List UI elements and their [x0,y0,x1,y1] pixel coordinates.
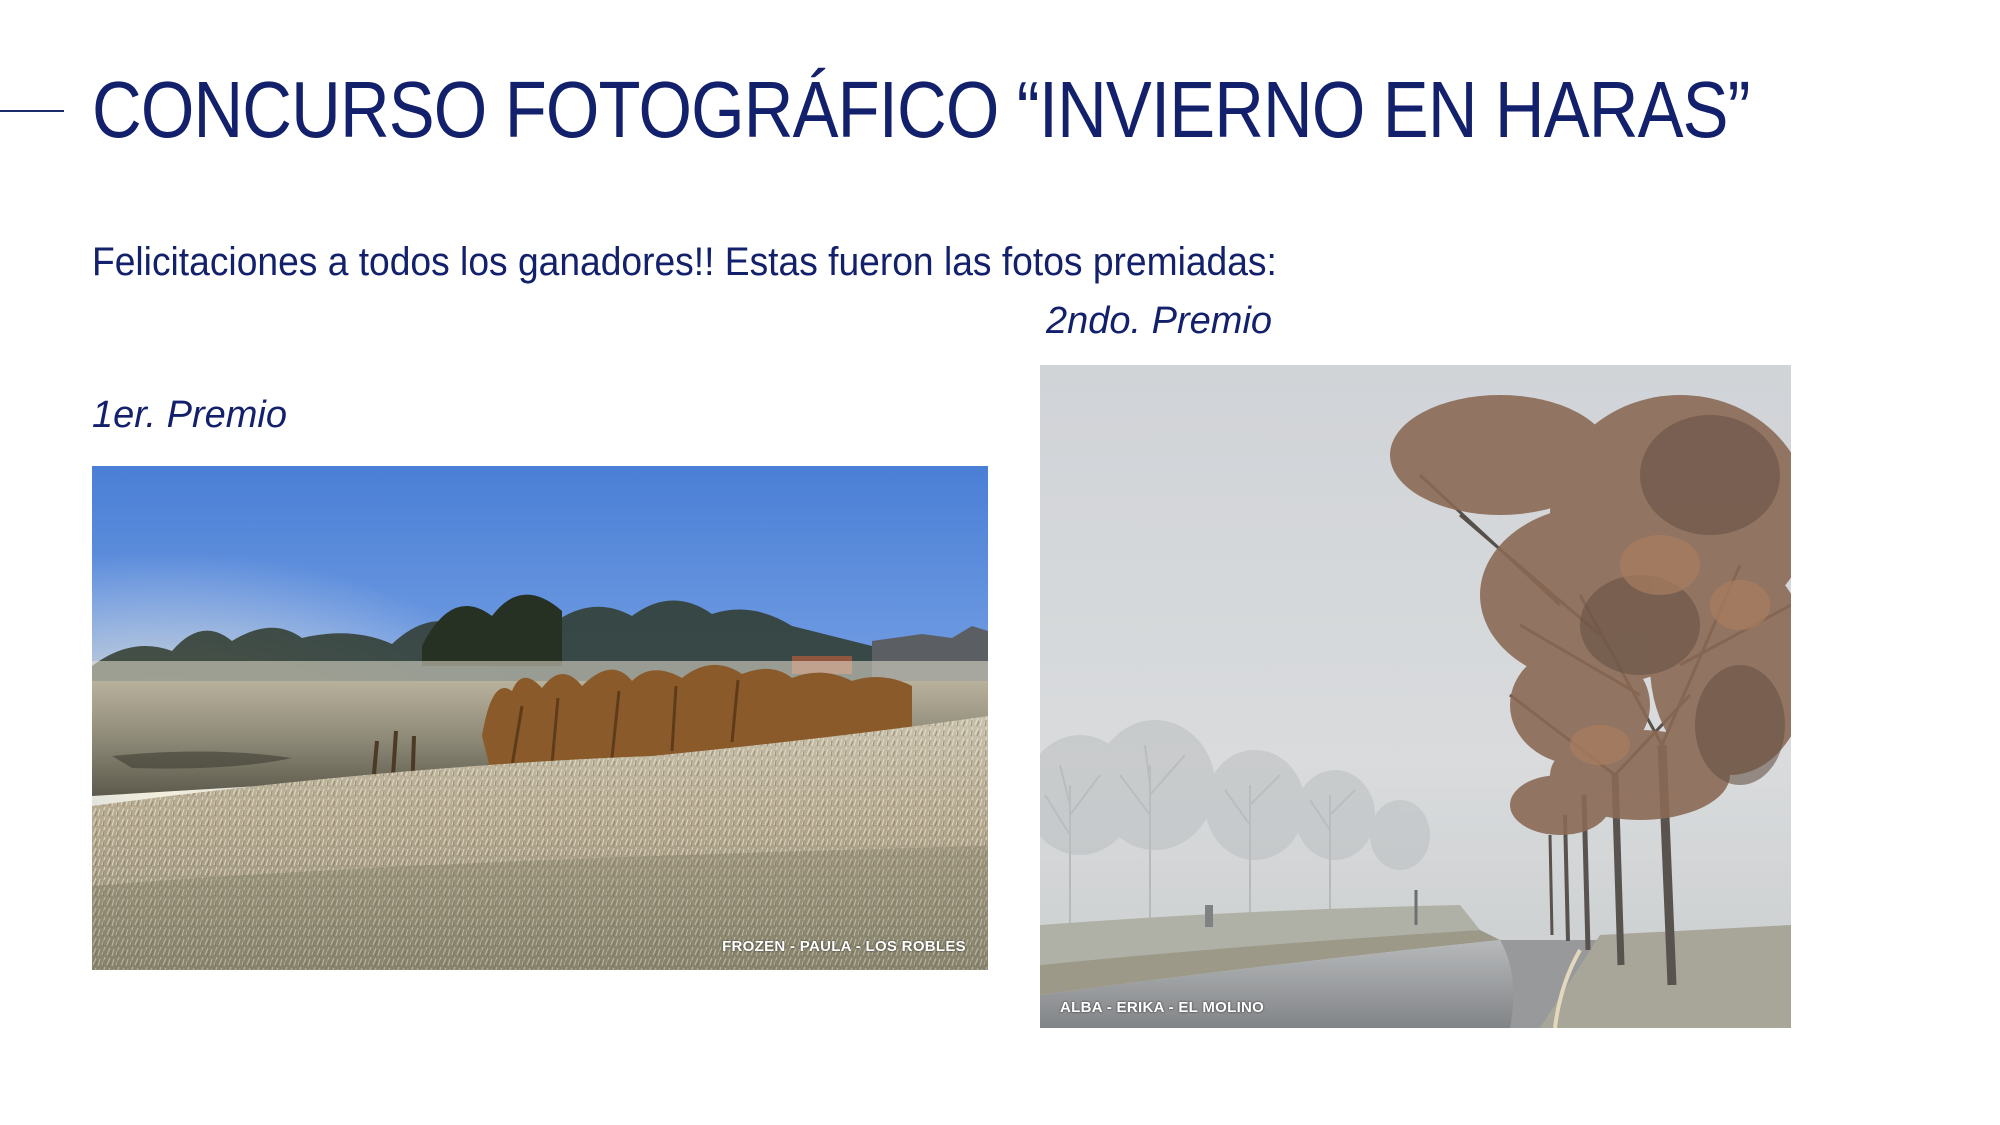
first-prize-label: 1er. Premio [92,394,287,436]
second-prize-photo-caption: ALBA - ERIKA - EL MOLINO [1060,999,1265,1016]
title-accent-line [0,110,64,112]
first-prize-photo-caption: FROZEN - PAULA - LOS ROBLES [722,938,966,955]
slide-subtitle: Felicitaciones a todos los ganadores!! E… [92,240,1277,284]
first-prize-photo: FROZEN - PAULA - LOS ROBLES [92,466,988,970]
second-prize-label: 2ndo. Premio [1046,300,1273,342]
slide: CONCURSO FOTOGRÁFICO “INVIERNO EN HARAS”… [0,0,2000,1125]
slide-title: CONCURSO FOTOGRÁFICO “INVIERNO EN HARAS” [92,65,1751,154]
second-prize-photo: ALBA - ERIKA - EL MOLINO [1040,365,1791,1028]
